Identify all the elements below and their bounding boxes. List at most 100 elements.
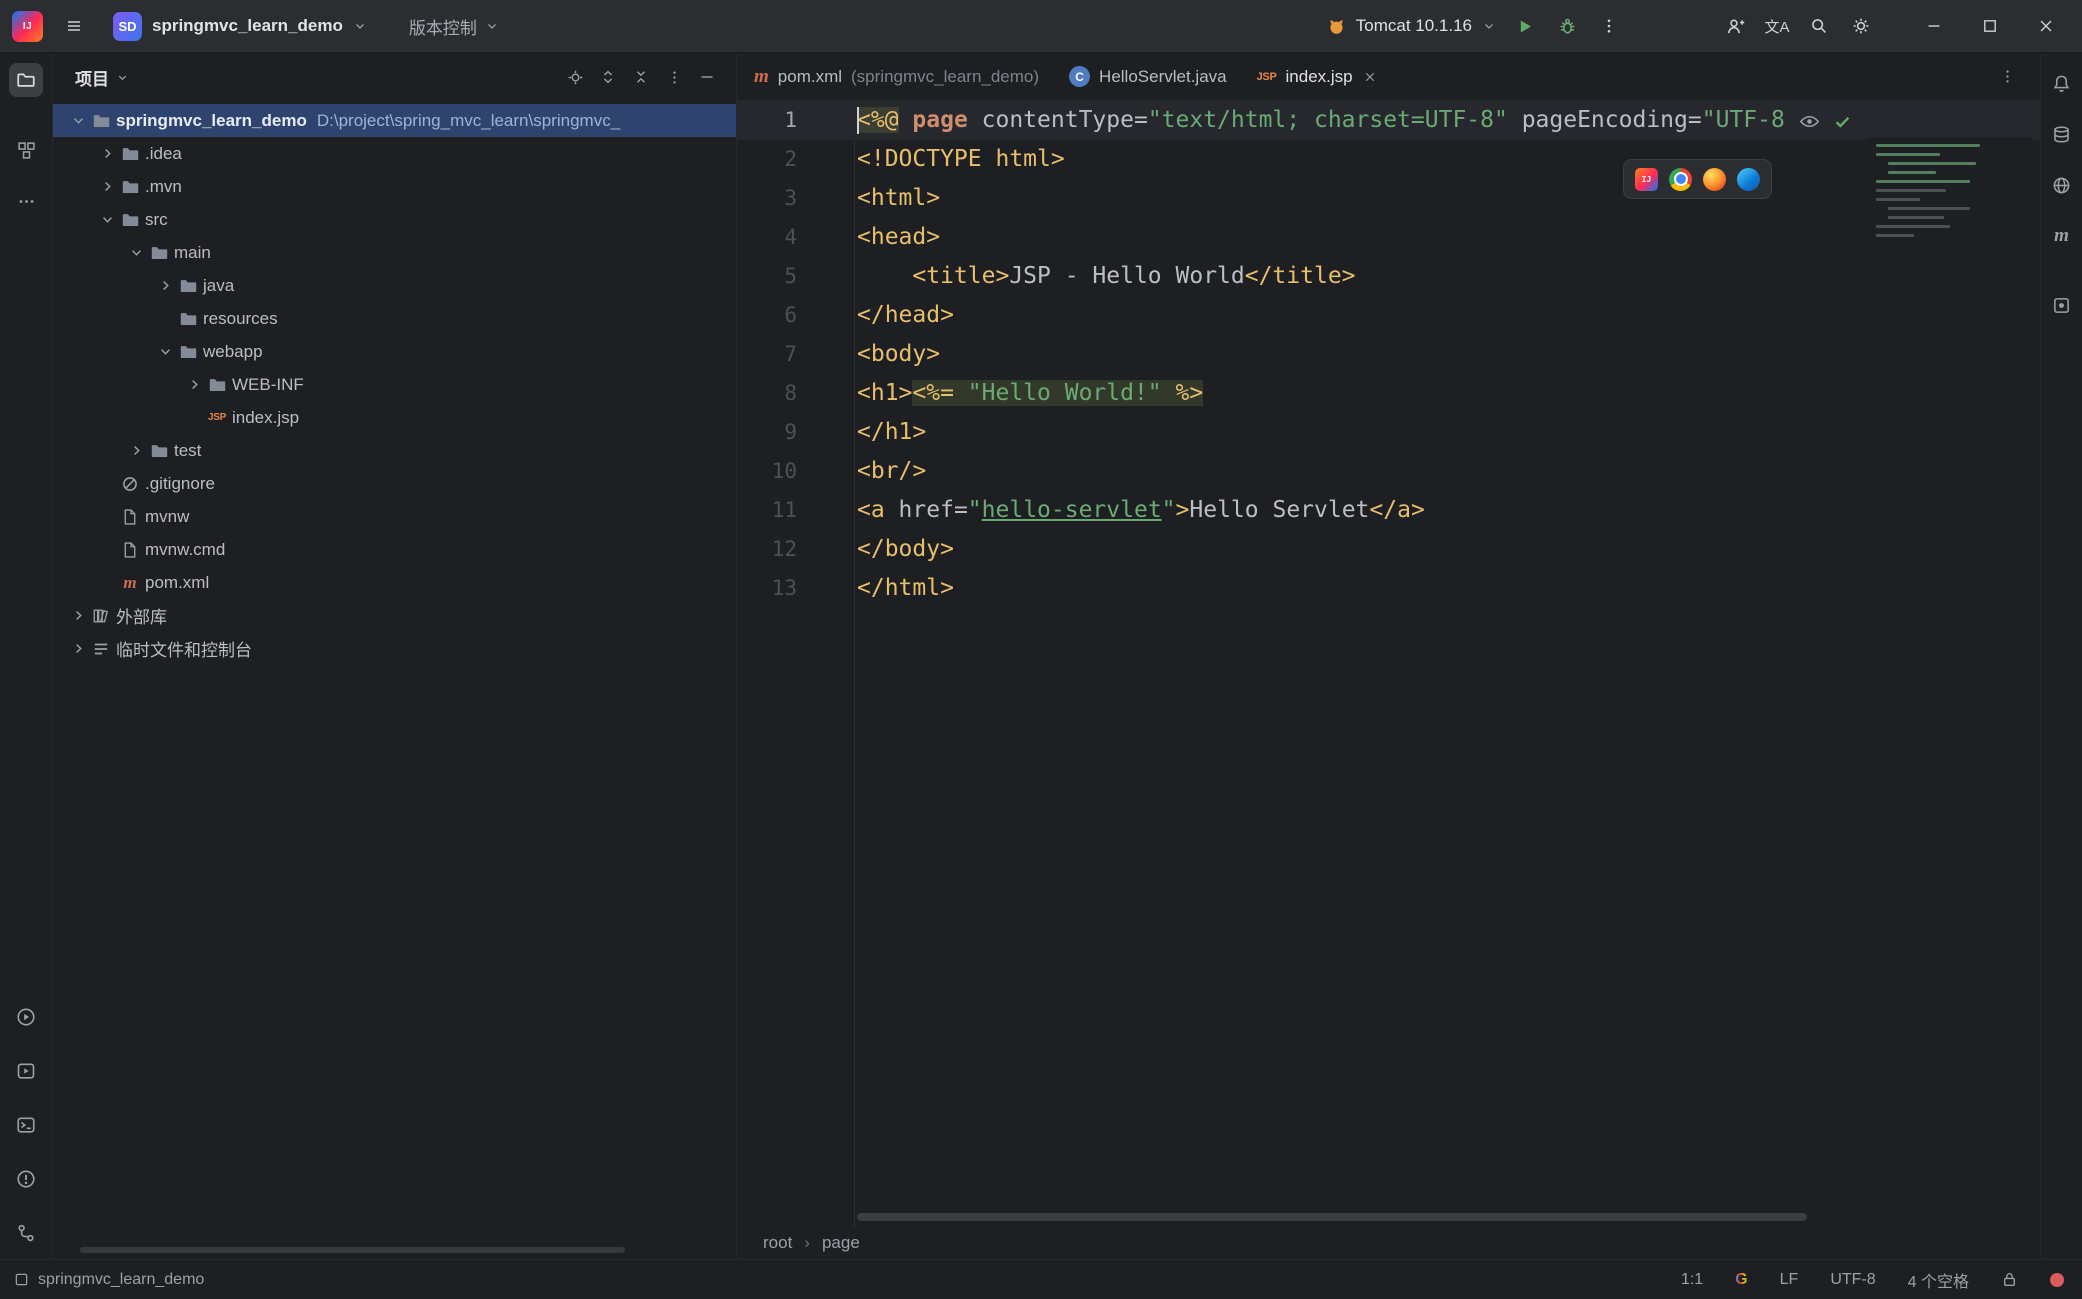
chevron-collapsed-icon[interactable] [96,176,118,198]
intellij-logo-icon[interactable]: IJ [12,11,43,42]
dependencies-tool-button[interactable] [2045,288,2079,322]
chevron-expanded-icon[interactable] [67,110,89,132]
services-tool-button[interactable] [9,1054,43,1088]
terminal-tool-button[interactable] [9,1108,43,1142]
code-line-3[interactable]: 3<html> [737,179,2040,218]
tree-item-webapp[interactable]: webapp [53,335,736,368]
more-tool-windows-icon[interactable] [9,184,43,218]
chevron-collapsed-icon[interactable] [154,275,176,297]
line-separator[interactable]: LF [1780,1271,1799,1289]
chevron-collapsed-icon[interactable] [67,638,89,660]
expand-all-icon[interactable] [595,64,621,90]
code-line-4[interactable]: 4<head> [737,218,2040,257]
indent-setting[interactable]: 4 个空格 [1908,1268,1969,1292]
edge-browser-icon[interactable] [1737,168,1760,191]
chevron-collapsed-icon[interactable] [125,440,147,462]
chevron-expanded-icon[interactable] [125,242,147,264]
code-line-13[interactable]: 13</html> [737,569,2040,608]
chevron-expanded-icon[interactable] [96,209,118,231]
collapse-all-icon[interactable] [628,64,654,90]
highlighting-eye-icon[interactable] [1798,110,1821,133]
tree-item-index-jsp[interactable]: JSPindex.jsp [53,401,736,434]
hamburger-menu-icon[interactable] [53,6,95,46]
code-line-8[interactable]: 8<h1><%= "Hello World!" %> [737,374,2040,413]
endpoints-globe-icon[interactable] [2045,168,2079,202]
editor-minimap[interactable] [1866,138,2032,320]
hide-panel-icon[interactable] [694,64,720,90]
file-encoding[interactable]: UTF-8 [1830,1271,1875,1289]
database-tool-button[interactable] [2045,117,2079,151]
chrome-browser-icon[interactable] [1669,168,1692,191]
firefox-browser-icon[interactable] [1703,168,1726,191]
search-icon[interactable] [1798,6,1840,46]
run-tool-button[interactable] [9,1000,43,1034]
code-line-5[interactable]: 5 <title>JSP - Hello World</title> [737,257,2040,296]
tree-item-main[interactable]: main [53,236,736,269]
maximize-button[interactable] [1962,5,2018,47]
tab-pom-xml[interactable]: m pom.xml (springmvc_learn_demo) [739,53,1054,100]
close-button[interactable] [2018,5,2074,47]
project-panel-title[interactable]: 项目 [75,65,109,90]
tree-item-resources[interactable]: resources [53,302,736,335]
problems-tool-button[interactable] [9,1162,43,1196]
error-indicator[interactable] [2050,1273,2064,1287]
readonly-lock-icon[interactable] [2001,1271,2018,1288]
code-line-10[interactable]: 10<br/> [737,452,2040,491]
settings-gear-icon[interactable] [1840,6,1882,46]
translate-icon[interactable]: 文A [1756,6,1798,46]
project-tool-button[interactable] [9,63,43,97]
tree-item-idea[interactable]: .idea [53,137,736,170]
tree-item-mvn[interactable]: .mvn [53,170,736,203]
code-with-me-icon[interactable] [1714,6,1756,46]
close-tab-icon[interactable] [1364,71,1376,83]
builtin-preview-icon[interactable]: IJ [1635,168,1658,191]
tree-item-test[interactable]: test [53,434,736,467]
breadcrumb-root[interactable]: root [763,1233,792,1253]
editor-horizontal-scrollbar[interactable] [857,1213,1807,1221]
version-control-tool-button[interactable] [9,1216,43,1250]
translate-g-icon[interactable]: G [1735,1271,1747,1289]
debug-button[interactable] [1546,6,1588,46]
vcs-widget[interactable]: 版本控制 [409,14,499,39]
panel-options-icon[interactable] [661,64,687,90]
inspection-widget[interactable] [1798,110,1852,133]
maven-tool-button[interactable]: m [2045,219,2079,253]
notifications-bell-icon[interactable] [2045,66,2079,100]
chevron-collapsed-icon[interactable] [96,143,118,165]
chevron-expanded-icon[interactable] [154,341,176,363]
breadcrumb-page[interactable]: page [822,1233,860,1253]
caret-position[interactable]: 1:1 [1681,1271,1703,1289]
tree-item-java[interactable]: java [53,269,736,302]
code-line-9[interactable]: 9</h1> [737,413,2040,452]
editor-options-icon[interactable] [1986,57,2028,97]
tree-item-src[interactable]: src [53,203,736,236]
status-project-name[interactable]: springmvc_learn_demo [38,1271,204,1289]
code-line-11[interactable]: 11<a href="hello-servlet">Hello Servlet<… [737,491,2040,530]
tree-item-root[interactable]: springmvc_learn_demoD:\project\spring_mv… [53,104,736,137]
project-panel-scrollbar[interactable] [80,1247,625,1253]
tree-item-mvnw[interactable]: mvnw [53,500,736,533]
code-line-12[interactable]: 12</body> [737,530,2040,569]
tree-item-pom-xml[interactable]: mpom.xml [53,566,736,599]
code-line-7[interactable]: 7<body> [737,335,2040,374]
tab-helloservlet-java[interactable]: C HelloServlet.java [1054,53,1242,100]
tree-item-scratches[interactable]: 临时文件和控制台 [53,632,736,665]
editor-pane[interactable]: 1<%@ page contentType="text/html; charse… [737,101,2040,1227]
structure-tool-button[interactable] [9,133,43,167]
more-actions-icon[interactable] [1588,6,1630,46]
run-button[interactable] [1504,6,1546,46]
no-problems-check-icon[interactable] [1833,112,1852,131]
code-line-2[interactable]: 2<!DOCTYPE html> [737,140,2040,179]
minimize-button[interactable] [1906,5,1962,47]
tab-index-jsp[interactable]: JSP index.jsp [1242,53,1391,100]
tree-item-external-libraries[interactable]: 外部库 [53,599,736,632]
tree-item-mvnw-cmd[interactable]: mvnw.cmd [53,533,736,566]
code-line-6[interactable]: 6</head> [737,296,2040,335]
tree-item-web-inf[interactable]: WEB-INF [53,368,736,401]
chevron-collapsed-icon[interactable] [183,374,205,396]
chevron-collapsed-icon[interactable] [67,605,89,627]
locate-file-icon[interactable] [562,64,588,90]
project-widget[interactable]: SD springmvc_learn_demo [105,8,375,45]
run-config-selector[interactable]: Tomcat 10.1.16 [1327,16,1496,36]
tree-item-gitignore[interactable]: .gitignore [53,467,736,500]
